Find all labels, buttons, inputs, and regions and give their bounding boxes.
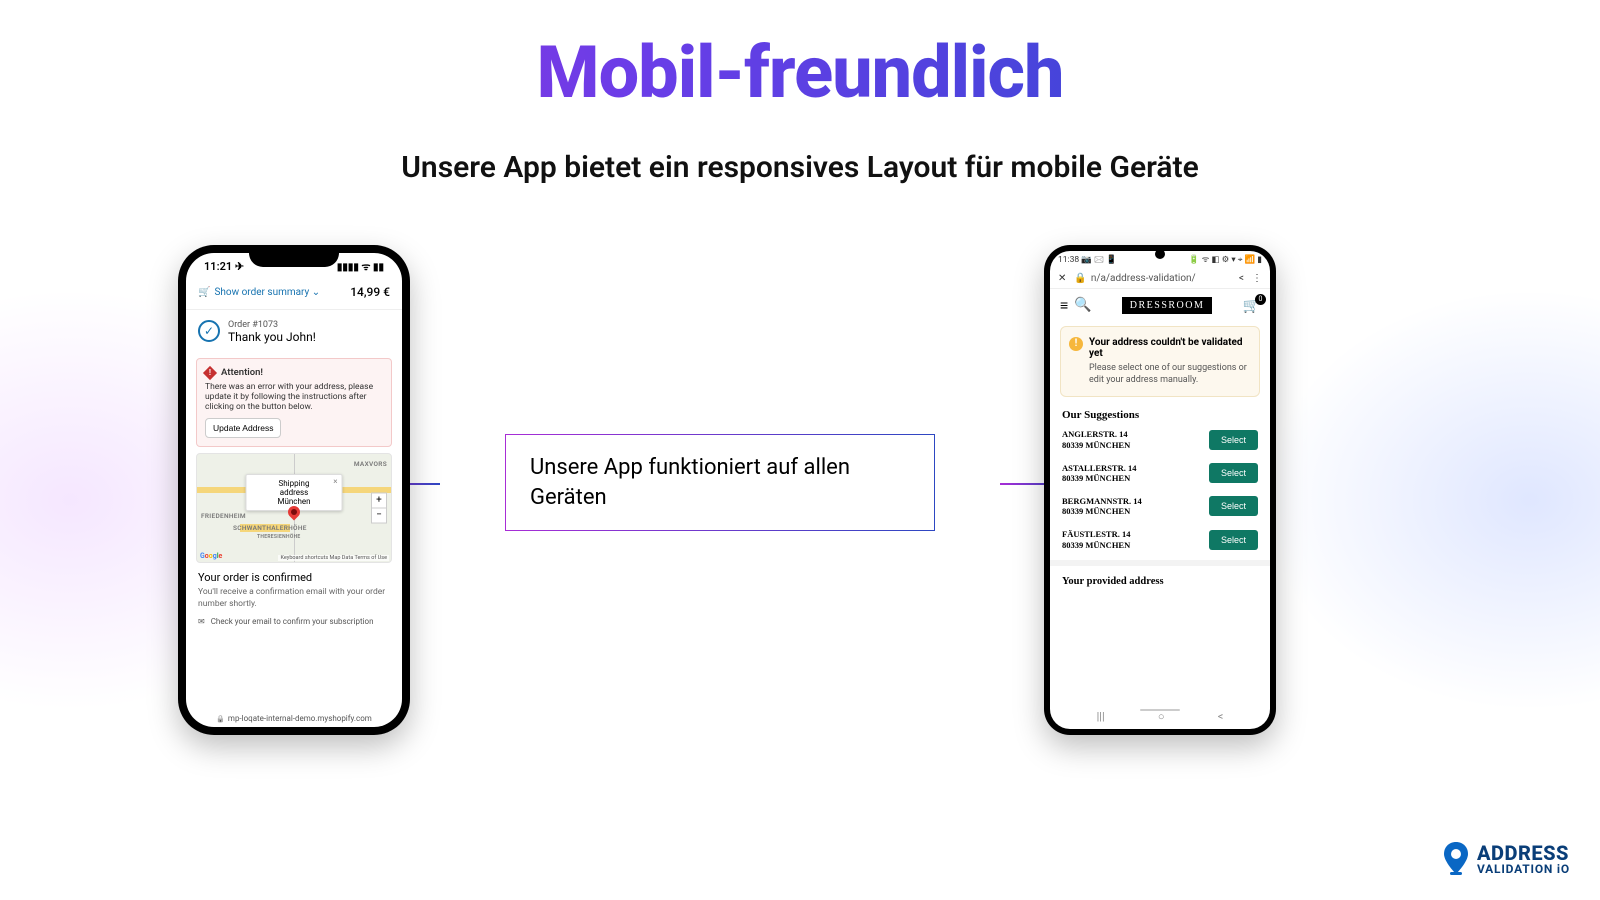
map-label: MAXVORS: [354, 460, 387, 468]
brand-line1: ADDRESS: [1477, 843, 1570, 863]
ios-time: 11:21 ✈: [204, 260, 244, 273]
map-label: THERESIENHÖHE: [257, 534, 301, 540]
alert-icon: [203, 365, 217, 379]
cart-icon[interactable]: 🛒0: [1243, 298, 1260, 314]
order-summary-toggle[interactable]: 🛒 Show order summary ⌄: [198, 287, 320, 298]
browser-url: mp-loqate-internal-demo.myshopify.com: [186, 714, 402, 723]
confirm-text: You'll receive a confirmation email with…: [198, 587, 390, 611]
callout: Unsere App funktioniert auf allen Geräte…: [440, 434, 1000, 531]
android-mockup: 11:38 📷 🖂 📱 🔋 ᯤ ◧ ⚙ ▾ ⌖ 📶 ▮ ✕ 🔒 n/a/addre…: [1044, 245, 1276, 735]
close-icon[interactable]: ×: [333, 477, 337, 486]
order-number: Order #1073: [228, 320, 316, 330]
android-status-icons: 🔋 ᯤ ◧ ⚙ ▾ ⌖ 📶 ▮: [1189, 254, 1262, 268]
android-time: 11:38 📷 🖂 📱: [1058, 254, 1117, 268]
browser-url[interactable]: 🔒 n/a/address-validation/: [1074, 273, 1231, 284]
close-icon[interactable]: ✕: [1058, 273, 1066, 284]
confirm-heading: Your order is confirmed: [198, 571, 390, 584]
ios-signal-icon: ▮▮▮▮ ᯤ ▮▮: [337, 259, 384, 273]
order-total: 14,99 €: [350, 285, 390, 299]
menu-icon[interactable]: ≡: [1060, 297, 1068, 314]
more-icon[interactable]: ⋮: [1252, 273, 1262, 284]
mail-text: Check your email to confirm your subscri…: [211, 617, 374, 626]
pin-icon: [1443, 842, 1469, 876]
suggestion-address: ASTALLERSTR. 1480339 MÜNCHEN: [1062, 463, 1136, 484]
warning-icon: !: [1069, 337, 1083, 351]
page-subhead: Unsere App bietet ein responsives Layout…: [0, 150, 1600, 185]
nav-recent-icon[interactable]: |||: [1097, 710, 1105, 723]
alert-title: Attention!: [221, 367, 263, 378]
select-button[interactable]: Select: [1209, 530, 1258, 550]
checkmark-icon: ✓: [198, 320, 220, 342]
validation-warning: ! Your address couldn't be validated yet…: [1060, 326, 1260, 397]
lock-icon: 🔒: [1074, 273, 1086, 284]
map-attribution: Keyboard shortcuts Map Data Terms of Use: [278, 555, 389, 561]
alert-body: There was an error with your address, pl…: [205, 382, 383, 412]
provided-heading: Your provided address: [1062, 576, 1258, 587]
suggestion-row: BERGMANNSTR. 1480339 MÜNCHEN Select: [1050, 490, 1270, 523]
search-icon[interactable]: 🔍: [1074, 297, 1091, 314]
select-button[interactable]: Select: [1209, 463, 1258, 483]
suggestions-heading: Our Suggestions: [1062, 409, 1258, 421]
update-address-button[interactable]: Update Address: [205, 418, 281, 438]
suggestion-address: BERGMANNSTR. 1480339 MÜNCHEN: [1062, 496, 1142, 517]
cart-icon: 🛒: [198, 287, 210, 298]
suggestion-address: FÄUSTLESTR. 1480339 MÜNCHEN: [1062, 529, 1131, 550]
suggestion-row: FÄUSTLESTR. 1480339 MÜNCHEN Select: [1050, 523, 1270, 556]
url-text: n/a/address-validation/: [1091, 273, 1196, 284]
callout-text: Unsere App funktioniert auf allen Geräte…: [505, 434, 935, 531]
suggestion-row: ASTALLERSTR. 1480339 MÜNCHEN Select: [1050, 457, 1270, 490]
order-summary-label: Show order summary ⌄: [214, 287, 320, 298]
thank-you-text: Thank you John!: [228, 330, 316, 344]
map-label: SCHWANTHALERHÖHE: [233, 524, 307, 532]
iphone-notch: [249, 245, 339, 267]
suggestion-address: ANGLERSTR. 1480339 MÜNCHEN: [1062, 429, 1130, 450]
warning-text: Please select one of our suggestions or …: [1089, 362, 1249, 386]
google-logo: Google: [200, 552, 222, 560]
nav-back-icon[interactable]: <: [1218, 710, 1224, 723]
store-logo[interactable]: DRESSROOM: [1122, 297, 1213, 314]
warning-title: Your address couldn't be validated yet: [1089, 337, 1249, 359]
suggestion-row: ANGLERSTR. 1480339 MÜNCHEN Select: [1050, 423, 1270, 456]
select-button[interactable]: Select: [1209, 430, 1258, 450]
share-icon[interactable]: <: [1239, 273, 1244, 284]
map-zoom-controls[interactable]: +−: [371, 493, 387, 524]
map-preview[interactable]: MAXVORS FRIEDENHEIM SCHWANTHALERHÖHE THE…: [196, 453, 392, 563]
select-button[interactable]: Select: [1209, 496, 1258, 516]
brand-logo: ADDRESS VALIDATION iO: [1443, 842, 1570, 876]
iphone-mockup: 11:21 ✈ ▮▮▮▮ ᯤ ▮▮ 🛒 Show order summary ⌄…: [178, 245, 410, 735]
map-label: FRIEDENHEIM: [201, 512, 246, 520]
map-popup-title: Shipping address: [271, 479, 318, 497]
nav-home-icon[interactable]: ○: [1158, 710, 1165, 723]
brand-line2: VALIDATION iO: [1477, 863, 1570, 875]
mail-icon: ✉: [198, 617, 205, 626]
address-error-alert: Attention! There was an error with your …: [196, 358, 392, 447]
android-nav-bar: ||| ○ <: [1050, 706, 1270, 727]
cart-badge: 0: [1255, 294, 1266, 305]
page-headline: Mobil-freundlich: [0, 30, 1600, 115]
android-camera: [1155, 249, 1165, 259]
